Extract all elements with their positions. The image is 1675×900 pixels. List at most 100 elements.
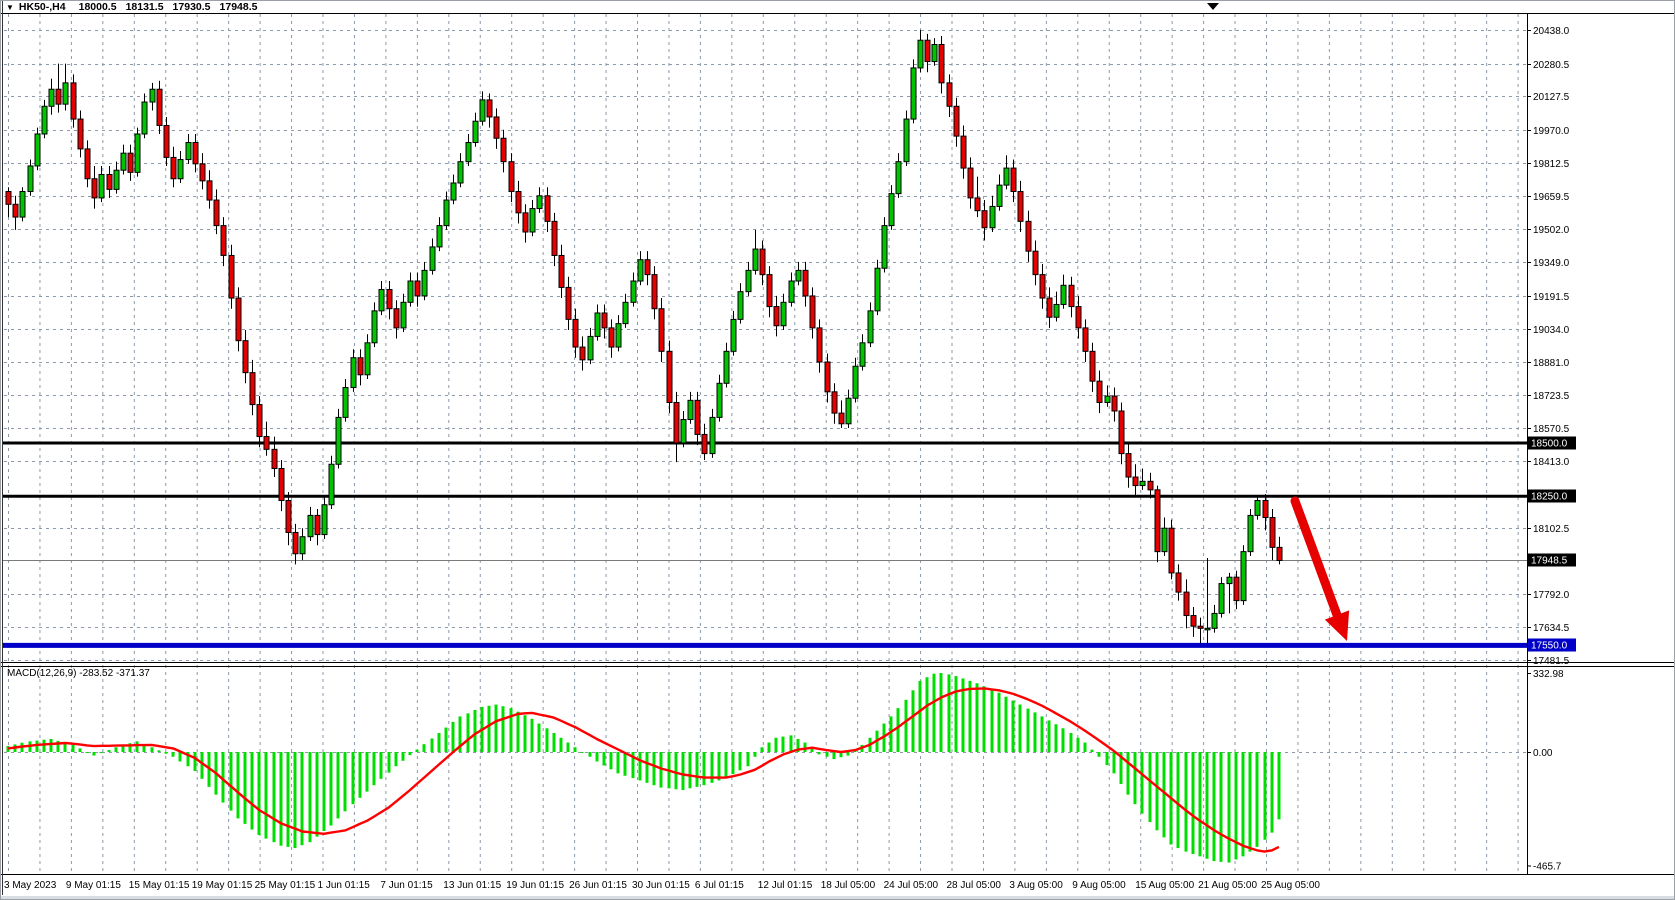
bull-candle [638, 260, 643, 281]
bull-candle [616, 324, 621, 347]
macd-bar [732, 752, 735, 774]
bull-candle [853, 366, 858, 398]
bull-candle [473, 121, 478, 142]
macd-bar [976, 683, 979, 752]
bear-candle [501, 138, 506, 161]
macd-bar [1070, 733, 1073, 752]
bear-candle [1148, 481, 1153, 490]
bull-candle [142, 102, 147, 134]
bear-candle [760, 249, 765, 275]
bull-candle [997, 185, 1002, 206]
price-tick-label: 19191.5 [1533, 292, 1570, 303]
macd-bar [775, 738, 778, 752]
bull-candle [28, 166, 33, 192]
bull-candle [99, 174, 104, 197]
bear-candle [652, 275, 657, 309]
macd-bar [323, 752, 326, 831]
bear-candle [674, 402, 679, 442]
chart-info-bar: ▼ HK50-,H4 18000.5 18131.5 17930.5 17948… [6, 1, 257, 13]
bear-candle [92, 179, 97, 198]
bull-candle [186, 143, 191, 160]
price-tick-label: 19349.0 [1533, 258, 1570, 269]
bull-candle [42, 106, 47, 134]
macd-bar [739, 752, 742, 770]
price-tick-label: 19970.0 [1533, 126, 1570, 137]
macd-bar [617, 752, 620, 773]
symbol-period-label: HK50-,H4 [19, 1, 66, 13]
bull-candle [753, 249, 758, 270]
expander-icon[interactable]: ▼ [6, 3, 14, 12]
macd-bar [689, 752, 692, 788]
bull-candle [1227, 577, 1232, 583]
macd-bar [280, 752, 283, 846]
macd-bar [768, 743, 771, 752]
chart-canvas[interactable]: 20438.020280.520127.519970.019812.519659… [0, 0, 1675, 900]
macd-tick-label: 332.98 [1533, 669, 1564, 680]
bear-candle [832, 392, 837, 413]
bull-candle [710, 417, 715, 453]
time-scale[interactable]: 3 May 20239 May 01:1515 May 01:1519 May … [4, 880, 1320, 891]
bear-candle [825, 362, 830, 392]
bear-candle [1018, 192, 1023, 222]
bear-candle [954, 106, 959, 136]
time-tick-label: 19 May 01:15 [192, 880, 253, 891]
macd-bar [567, 743, 570, 752]
bull-candle [789, 281, 794, 302]
price-tick-label: 19659.5 [1533, 192, 1570, 203]
bull-candle [868, 311, 873, 343]
macd-bar [86, 752, 89, 753]
bull-candle [731, 319, 736, 351]
macd-bar [416, 750, 419, 752]
macd-tick-label: 0.00 [1533, 748, 1553, 759]
macd-bar [287, 752, 290, 847]
macd-bar [237, 752, 240, 818]
macd-bar [696, 752, 699, 787]
macd-bar [50, 739, 53, 752]
time-tick-label: 13 Jun 01:15 [443, 880, 501, 891]
bull-candle [932, 44, 937, 61]
price-tick-label: 20438.0 [1533, 26, 1570, 37]
macd-bar [1220, 752, 1223, 862]
macd-bar [474, 710, 477, 752]
bull-candle [451, 183, 456, 200]
macd-bar [682, 752, 685, 790]
price-tick-label: 19034.0 [1533, 325, 1570, 336]
bear-candle [1155, 490, 1160, 552]
macd-bar [782, 737, 785, 752]
bear-candle [107, 174, 112, 189]
price-tick-label: 17481.5 [1533, 656, 1570, 667]
bear-candle [667, 351, 672, 402]
bull-candle [63, 83, 68, 104]
macd-bar [1012, 701, 1015, 752]
bear-candle [264, 437, 269, 450]
macd-bar [445, 728, 448, 752]
bull-candle [889, 194, 894, 226]
macd-bar [718, 752, 721, 780]
macd-bar [983, 686, 986, 752]
macd-bar [1192, 752, 1195, 854]
ohlc-high: 18131.5 [126, 1, 164, 13]
bear-candle [56, 89, 61, 104]
bear-candle [257, 405, 262, 437]
macd-bar [653, 752, 656, 785]
bull-candle [1212, 613, 1217, 628]
bull-candle [121, 153, 126, 170]
bear-candle [236, 298, 241, 341]
bull-candle [114, 170, 119, 189]
bull-candle [1205, 628, 1210, 630]
macd-bar [1034, 712, 1037, 752]
price-badge-label: 18250.0 [1531, 492, 1568, 503]
macd-bar [940, 673, 943, 752]
bear-candle [1040, 275, 1045, 298]
bull-candle [1004, 168, 1009, 185]
macd-bar [388, 752, 391, 773]
macd-bar [172, 752, 175, 757]
price-tick-label: 18881.0 [1533, 358, 1570, 369]
bull-candle [738, 292, 743, 320]
bull-candle [308, 515, 313, 536]
time-tick-label: 9 Aug 05:00 [1072, 880, 1126, 891]
macd-bar [409, 752, 412, 755]
macd-bar [826, 752, 829, 757]
bear-candle [774, 307, 779, 326]
macd-bar [1264, 752, 1267, 840]
